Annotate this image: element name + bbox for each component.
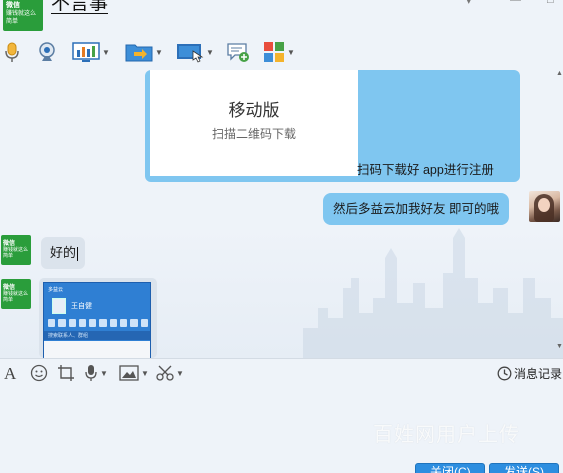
chevron-down-icon[interactable]: ▼ — [141, 369, 149, 378]
avatar-text-line2: 赚钱就这么简单 — [3, 247, 29, 259]
clock-icon — [497, 366, 512, 380]
font-button[interactable]: A — [3, 363, 19, 383]
screenshot-title: 多益云 — [48, 287, 64, 293]
city-skyline-background — [303, 228, 563, 358]
screenshot-icon-row — [48, 319, 148, 328]
message-history-label: 消息记录 — [514, 366, 563, 381]
avatar-text-line2: 赚钱就这么简单 — [6, 11, 37, 25]
screenshot-button[interactable] — [57, 363, 75, 383]
emoji-button[interactable] — [30, 363, 48, 383]
avatar-face — [538, 198, 550, 212]
screenshot-search: 搜索联系人、群组 — [44, 331, 150, 340]
chevron-down-icon[interactable]: ▼ — [287, 48, 295, 57]
outgoing-message[interactable]: 然后多益云加我好友 即可的哦 — [323, 193, 509, 225]
remote-desktop-icon — [177, 44, 204, 63]
chevron-down-icon[interactable]: ▼ — [176, 369, 184, 378]
voice-call-button[interactable] — [3, 39, 21, 65]
close-window-icon[interactable]: □ — [547, 0, 554, 6]
microphone-icon — [5, 42, 19, 62]
watermark: 百姓网用户上传 — [373, 424, 520, 446]
contact-avatar-small[interactable]: 微信 赚钱就这么简单 — [1, 279, 31, 309]
avatar-text-line2: 赚钱就这么简单 — [3, 291, 29, 303]
scroll-down-icon[interactable]: ▼ — [556, 343, 563, 350]
screen-share-button[interactable]: ▼ — [72, 39, 110, 65]
app-download-card[interactable]: 移动版 扫描二维码下载 扫码下载好 app进行注册 — [145, 70, 520, 182]
chevron-down-icon[interactable]: ▼ — [100, 369, 108, 378]
chevron-down-icon[interactable]: ▼ — [102, 48, 110, 57]
send-button[interactable]: 发送(S) — [489, 463, 559, 473]
chat-history[interactable]: 移动版 扫描二维码下载 扫码下载好 app进行注册 然后多益云加我好友 即可的哦… — [0, 68, 563, 358]
close-button[interactable]: 关闭(C) — [415, 463, 485, 473]
scroll-up-icon[interactable]: ▲ — [556, 70, 563, 77]
chat-add-icon — [227, 43, 249, 62]
incoming-message-text: 好的 — [50, 245, 77, 260]
screen-share-icon — [72, 42, 100, 62]
screenshot-crop-icon — [58, 365, 74, 381]
chat-toolbar: ▼ ▼ ▼ ▼ — [0, 36, 563, 68]
remote-desktop-button[interactable]: ▼ — [176, 39, 214, 65]
incoming-message[interactable]: 好的 — [41, 237, 85, 269]
emoji-icon — [30, 364, 48, 382]
voice-message-button[interactable]: ▼ — [84, 363, 108, 383]
apps-button[interactable]: ▼ — [263, 39, 295, 65]
screenshot-avatar — [52, 298, 66, 314]
image-button[interactable]: ▼ — [119, 363, 149, 383]
message-history-button[interactable]: 消息记录 — [497, 363, 562, 383]
minimize-icon[interactable]: — — [510, 0, 521, 6]
svg-text:A: A — [4, 364, 17, 382]
font-icon: A — [4, 364, 17, 382]
chat-header: 微信 赚钱就这么简单 不言事 ▾ — □ — [0, 0, 563, 34]
contact-avatar-small[interactable]: 微信 赚钱就这么简单 — [1, 235, 31, 265]
contact-avatar[interactable]: 微信 赚钱就这么简单 — [3, 0, 43, 31]
text-caret — [77, 246, 79, 261]
webcam-icon — [39, 42, 55, 61]
contact-name[interactable]: 不言事 — [51, 0, 109, 14]
card-subtitle: 扫描二维码下载 — [211, 127, 296, 141]
screenshot-bottom — [44, 341, 150, 358]
cut-button[interactable]: ▼ — [156, 363, 184, 383]
chevron-down-icon[interactable]: ▼ — [206, 48, 214, 57]
scissors-icon — [156, 365, 174, 381]
chevron-down-icon[interactable]: ▾ — [466, 0, 472, 7]
microphone-icon — [85, 365, 97, 381]
screenshot-name: 王自健 — [71, 303, 92, 310]
card-preview: 移动版 扫描二维码下载 — [150, 70, 358, 176]
incoming-image-message[interactable]: 多益云 王自健 搜索联系人、群组 — [39, 278, 157, 358]
chevron-down-icon[interactable]: ▼ — [155, 48, 163, 57]
card-caption: 扫码下载好 app进行注册 — [357, 163, 494, 177]
image-icon — [119, 365, 139, 381]
folder-transfer-icon — [125, 44, 153, 62]
new-chat-button[interactable] — [226, 39, 250, 65]
my-avatar[interactable] — [529, 191, 560, 222]
app-screenshot-image: 多益云 王自健 搜索联系人、群组 — [43, 282, 151, 358]
card-title: 移动版 — [228, 101, 280, 120]
video-call-button[interactable] — [36, 39, 58, 65]
apps-grid-icon — [264, 42, 284, 62]
avatar-text-line1: 微信 — [6, 2, 20, 9]
file-transfer-button[interactable]: ▼ — [125, 39, 163, 65]
input-toolbar: A ▼ ▼ ▼ 消息记录 — [0, 359, 563, 387]
